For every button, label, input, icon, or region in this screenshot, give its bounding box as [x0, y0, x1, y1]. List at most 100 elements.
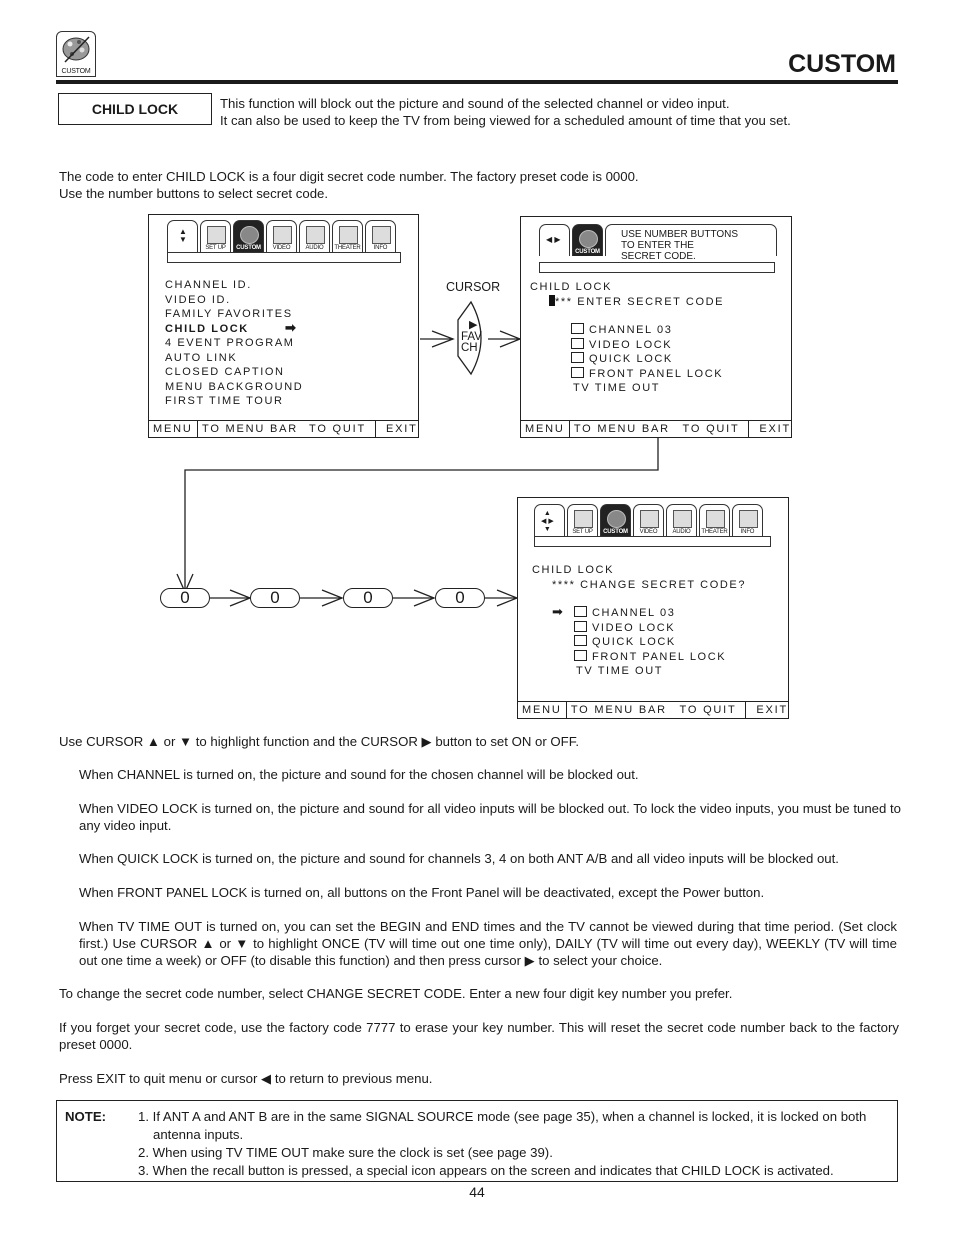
- option-tv-time-out[interactable]: TV TIME OUT: [532, 664, 746, 679]
- projector-icon: [339, 226, 358, 244]
- tab-custom[interactable]: CUSTOM: [233, 220, 264, 252]
- checkbox[interactable]: [571, 337, 584, 349]
- osd-footer: MENU TO MENU BAR TO QUIT EXIT: [518, 701, 788, 718]
- footer-menu: MENU: [153, 423, 193, 435]
- menu-strip: [167, 252, 401, 263]
- tab-label: THEATER: [701, 529, 728, 535]
- secret-code-field[interactable]: *** ENTER SECRET CODE: [530, 294, 725, 310]
- option-video-lock[interactable]: VIDEO LOCK: [530, 337, 724, 353]
- tab-setup[interactable]: SET UP: [567, 504, 598, 536]
- digit-button[interactable]: 0: [343, 588, 393, 608]
- digit-button[interactable]: 0: [435, 588, 485, 608]
- tab-custom[interactable]: CUSTOM: [600, 504, 631, 536]
- option-label: CHANNEL 03: [589, 324, 673, 336]
- option-front-panel-lock[interactable]: FRONT PANEL LOCK: [532, 649, 746, 665]
- tab-label: CUSTOM: [236, 245, 261, 251]
- tab-label: AUDIO: [305, 245, 324, 251]
- footer-exit: EXIT: [748, 421, 791, 437]
- menu-item[interactable]: FIRST TIME TOUR: [165, 394, 303, 409]
- digit-button[interactable]: 0: [250, 588, 300, 608]
- message-panel: USE NUMBER BUTTONS TO ENTER THE SECRET C…: [605, 224, 777, 262]
- option-tv-time-out[interactable]: TV TIME OUT: [530, 381, 724, 396]
- digit-button[interactable]: 0: [160, 588, 210, 608]
- option-label: VIDEO LOCK: [592, 621, 676, 634]
- palette-icon: [607, 510, 626, 528]
- menu-item[interactable]: MENU BACKGROUND: [165, 380, 303, 395]
- tab-setup[interactable]: SET UP: [200, 220, 231, 252]
- checkbox[interactable]: [574, 606, 587, 617]
- four-way-arrow-icon: ▲ ◀ ▶ ▼: [541, 510, 554, 533]
- menu-item-selected[interactable]: CHILD LOCK ➡: [165, 320, 303, 337]
- note-item: 2. When using TV TIME OUT make sure the …: [138, 1145, 553, 1160]
- tab-label: INFO: [740, 529, 755, 535]
- tab-label: AUDIO: [672, 529, 691, 535]
- checkbox[interactable]: [571, 323, 584, 334]
- menu-item[interactable]: FAMILY FAVORITES: [165, 307, 303, 322]
- tab-video[interactable]: VIDEO: [266, 220, 297, 252]
- option-quick-lock[interactable]: QUICK LOCK: [530, 352, 724, 367]
- nav-arrows-tab[interactable]: ▲ ◀ ▶ ▼: [534, 504, 565, 536]
- pointer-arrow-icon: ➡: [552, 604, 565, 619]
- tab-label: VIDEO: [639, 529, 658, 535]
- front-panel-instruction: When FRONT PANEL LOCK is turned on, all …: [79, 885, 765, 900]
- child-lock-heading: CHILD LOCK: [532, 564, 615, 576]
- tab-audio[interactable]: AUDIO: [299, 220, 330, 252]
- quick-lock-instruction: When QUICK LOCK is turned on, the pictur…: [79, 851, 839, 866]
- menu-item-label: CHILD LOCK: [165, 322, 249, 335]
- right-arrow-icon: ▶: [469, 319, 478, 331]
- footer-to-menu-bar: TO MENU BAR: [565, 702, 676, 718]
- menu-item[interactable]: AUTO LINK: [165, 351, 303, 366]
- tab-video[interactable]: VIDEO: [633, 504, 664, 536]
- option-channel[interactable]: ➡ CHANNEL 03: [532, 604, 746, 621]
- menu-item[interactable]: VIDEO ID.: [165, 293, 303, 308]
- tab-theater[interactable]: THEATER: [332, 220, 363, 252]
- child-lock-panel: CHILD LOCK *** ENTER SECRET CODE CHANNEL…: [530, 280, 724, 396]
- footer-exit: EXIT: [375, 421, 418, 437]
- menu-item[interactable]: CLOSED CAPTION: [165, 365, 303, 380]
- menu-item[interactable]: 4 EVENT PROGRAM: [165, 336, 303, 351]
- tab-info[interactable]: INFO: [365, 220, 396, 252]
- option-video-lock[interactable]: VIDEO LOCK: [532, 620, 746, 636]
- tab-label: CUSTOM: [575, 249, 600, 255]
- option-label: FRONT PANEL LOCK: [589, 367, 724, 380]
- tab-info[interactable]: INFO: [732, 504, 763, 536]
- footer-to-menu-bar: TO MENU BAR: [197, 421, 305, 437]
- checkbox[interactable]: [571, 352, 584, 363]
- cursor-fav-ch-button[interactable]: ▶ FAV CH: [455, 300, 491, 376]
- child-lock-panel: CHILD LOCK **** CHANGE SECRET CODE? ➡ CH…: [532, 563, 746, 679]
- checkbox[interactable]: [571, 366, 584, 378]
- child-lock-heading: CHILD LOCK: [530, 281, 613, 293]
- change-code-option[interactable]: **** CHANGE SECRET CODE?: [532, 578, 746, 593]
- footer-menu: MENU: [525, 423, 565, 435]
- option-quick-lock[interactable]: QUICK LOCK: [532, 635, 746, 650]
- footer-to-quit: TO QUIT: [309, 423, 367, 435]
- tab-custom[interactable]: CUSTOM: [572, 224, 603, 256]
- custom-menu-list: CHANNEL ID. VIDEO ID. FAMILY FAVORITES C…: [165, 278, 303, 409]
- keyboard-icon: [306, 226, 325, 244]
- tab-label: CUSTOM: [603, 529, 628, 535]
- menu-item[interactable]: CHANNEL ID.: [165, 278, 303, 293]
- code-prompt: *** ENTER SECRET CODE: [555, 295, 725, 308]
- osd-footer: MENU TO MENU BAR TO QUIT EXIT: [149, 420, 418, 437]
- cursor-instruction: Use CURSOR ▲ or ▼ to highlight function …: [59, 734, 579, 749]
- option-label: CHANNEL 03: [592, 607, 676, 619]
- note-list: 1. If ANT A and ANT B are in the same SI…: [138, 1108, 888, 1180]
- nav-arrows-tab[interactable]: ◀ ▶: [539, 224, 570, 256]
- updown-arrow-icon: ▲ ▼: [179, 227, 187, 244]
- menu-strip: [534, 536, 771, 547]
- tab-audio[interactable]: AUDIO: [666, 504, 697, 536]
- checkbox[interactable]: [574, 649, 587, 661]
- checkbox[interactable]: [574, 635, 587, 646]
- change-code-screen: ▲ ◀ ▶ ▼ SET UP CUSTOM VIDEO AUDIO THEATER …: [517, 497, 789, 719]
- footer-exit: EXIT: [745, 702, 788, 718]
- option-front-panel-lock[interactable]: FRONT PANEL LOCK: [530, 366, 724, 382]
- checkbox[interactable]: [574, 620, 587, 632]
- tab-label: SET UP: [205, 245, 226, 251]
- message-line: SECRET CODE.: [621, 251, 696, 262]
- time-out-instruction: When TV TIME OUT is turned on, you can s…: [79, 919, 897, 968]
- option-channel[interactable]: CHANNEL 03: [530, 323, 724, 338]
- nav-arrows-tab[interactable]: ▲ ▼: [167, 220, 198, 252]
- tab-label: VIDEO: [272, 245, 291, 251]
- footer-to-menu-bar: TO MENU BAR: [568, 421, 679, 437]
- tab-theater[interactable]: THEATER: [699, 504, 730, 536]
